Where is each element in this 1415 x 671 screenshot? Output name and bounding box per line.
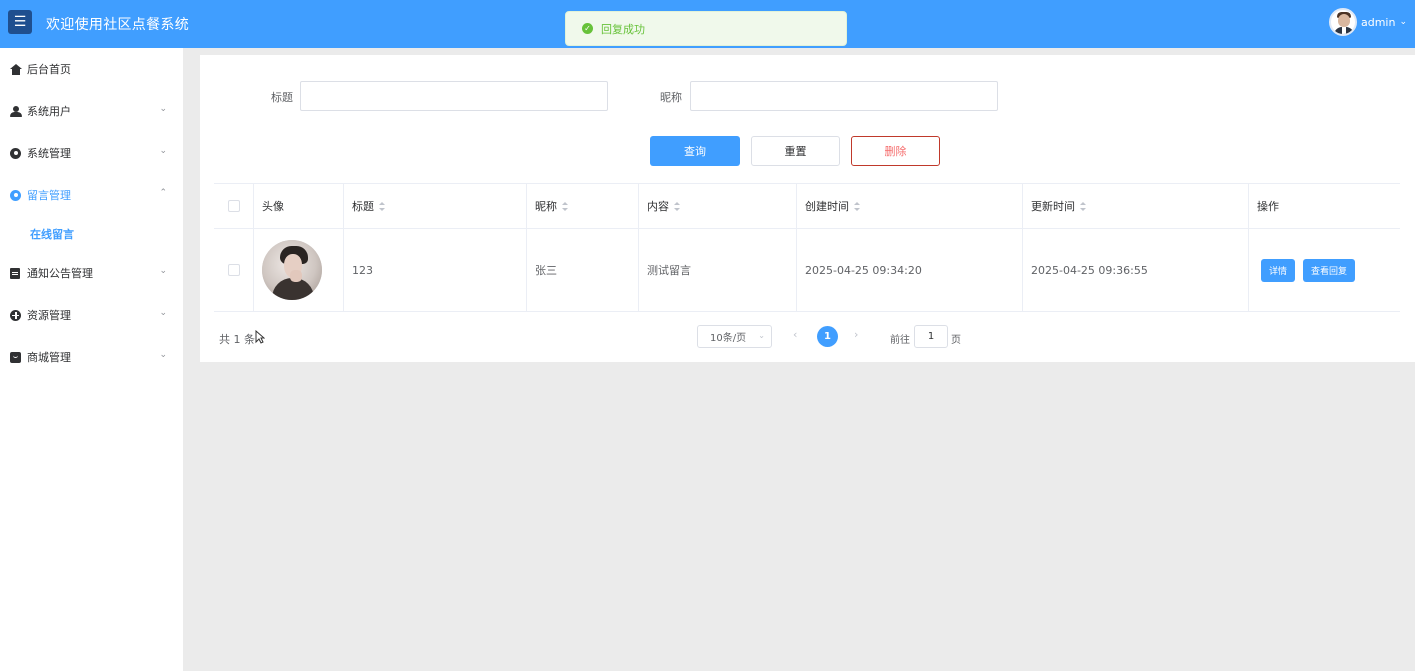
sidebar-item-label: 系统用户 — [27, 105, 71, 118]
sidebar-item-label: 资源管理 — [27, 309, 71, 322]
goto-label: 前往 — [890, 335, 910, 346]
success-toast: ✓ 回复成功 — [565, 11, 847, 46]
sidebar-item-message-management[interactable]: 留言管理 ⌃ — [0, 174, 183, 216]
goto-page-input[interactable]: 1 — [914, 325, 948, 348]
chevron-down-icon: ⌄ — [159, 146, 167, 156]
home-icon — [10, 63, 22, 75]
sidebar-item-shop-management[interactable]: 商城管理 ⌄ — [0, 336, 183, 378]
chevron-down-icon: ⌄ — [159, 104, 167, 114]
user-menu[interactable]: admin ⌄ — [1328, 8, 1407, 36]
chevron-up-icon: ⌃ — [159, 188, 167, 198]
sidebar-item-label: 后台首页 — [27, 63, 71, 76]
avatar[interactable] — [1328, 8, 1357, 36]
chevron-down-icon: ⌄ — [758, 331, 765, 340]
chevron-down-icon: ⌄ — [159, 350, 167, 360]
sidebar-subitem-online-messages[interactable]: 在线留言 — [0, 216, 183, 252]
pagination: 共 1 条 10条/页 ⌄ ‹ 1 › 前往 1 页 — [200, 55, 1415, 362]
total-count: 共 1 条 — [219, 333, 255, 346]
menu-toggle-icon[interactable]: ☰ — [8, 10, 32, 34]
mouse-cursor-icon — [255, 330, 265, 344]
gear-icon — [10, 147, 21, 159]
toast-message: 回复成功 — [601, 22, 645, 36]
page-size-select[interactable]: 10条/页 ⌄ — [697, 325, 772, 348]
sidebar-item-home[interactable]: 后台首页 — [0, 48, 183, 90]
user-icon — [10, 105, 22, 117]
sidebar-item-notice-management[interactable]: 通知公告管理 ⌄ — [0, 252, 183, 294]
page-1-button[interactable]: 1 — [817, 326, 838, 347]
chevron-down-icon: ⌄ — [159, 308, 167, 318]
sidebar-item-system-management[interactable]: 系统管理 ⌄ — [0, 132, 183, 174]
check-circle-icon: ✓ — [582, 23, 593, 34]
document-icon — [10, 267, 21, 279]
sidebar-item-label: 留言管理 — [27, 189, 71, 202]
shop-icon — [10, 351, 21, 363]
sidebar-item-label: 商城管理 — [27, 351, 71, 364]
app-title: 欢迎使用社区点餐系统 — [46, 17, 189, 33]
gear-icon — [10, 189, 21, 201]
sidebar-item-label: 系统管理 — [27, 147, 71, 160]
sidebar: 后台首页 系统用户 ⌄ 系统管理 ⌄ 留言管理 ⌃ 在线留言 通知公告管理 ⌄ … — [0, 48, 183, 671]
sidebar-item-label: 通知公告管理 — [27, 267, 93, 280]
plus-circle-icon — [10, 309, 21, 321]
sidebar-item-resource-management[interactable]: 资源管理 ⌄ — [0, 294, 183, 336]
page-suffix-label: 页 — [951, 335, 961, 346]
username[interactable]: admin — [1361, 16, 1395, 29]
next-page-icon[interactable]: › — [854, 328, 858, 341]
chevron-down-icon: ⌄ — [159, 266, 167, 276]
prev-page-icon[interactable]: ‹ — [793, 328, 797, 341]
sidebar-item-system-users[interactable]: 系统用户 ⌄ — [0, 90, 183, 132]
chevron-down-icon[interactable]: ⌄ — [1399, 17, 1407, 27]
